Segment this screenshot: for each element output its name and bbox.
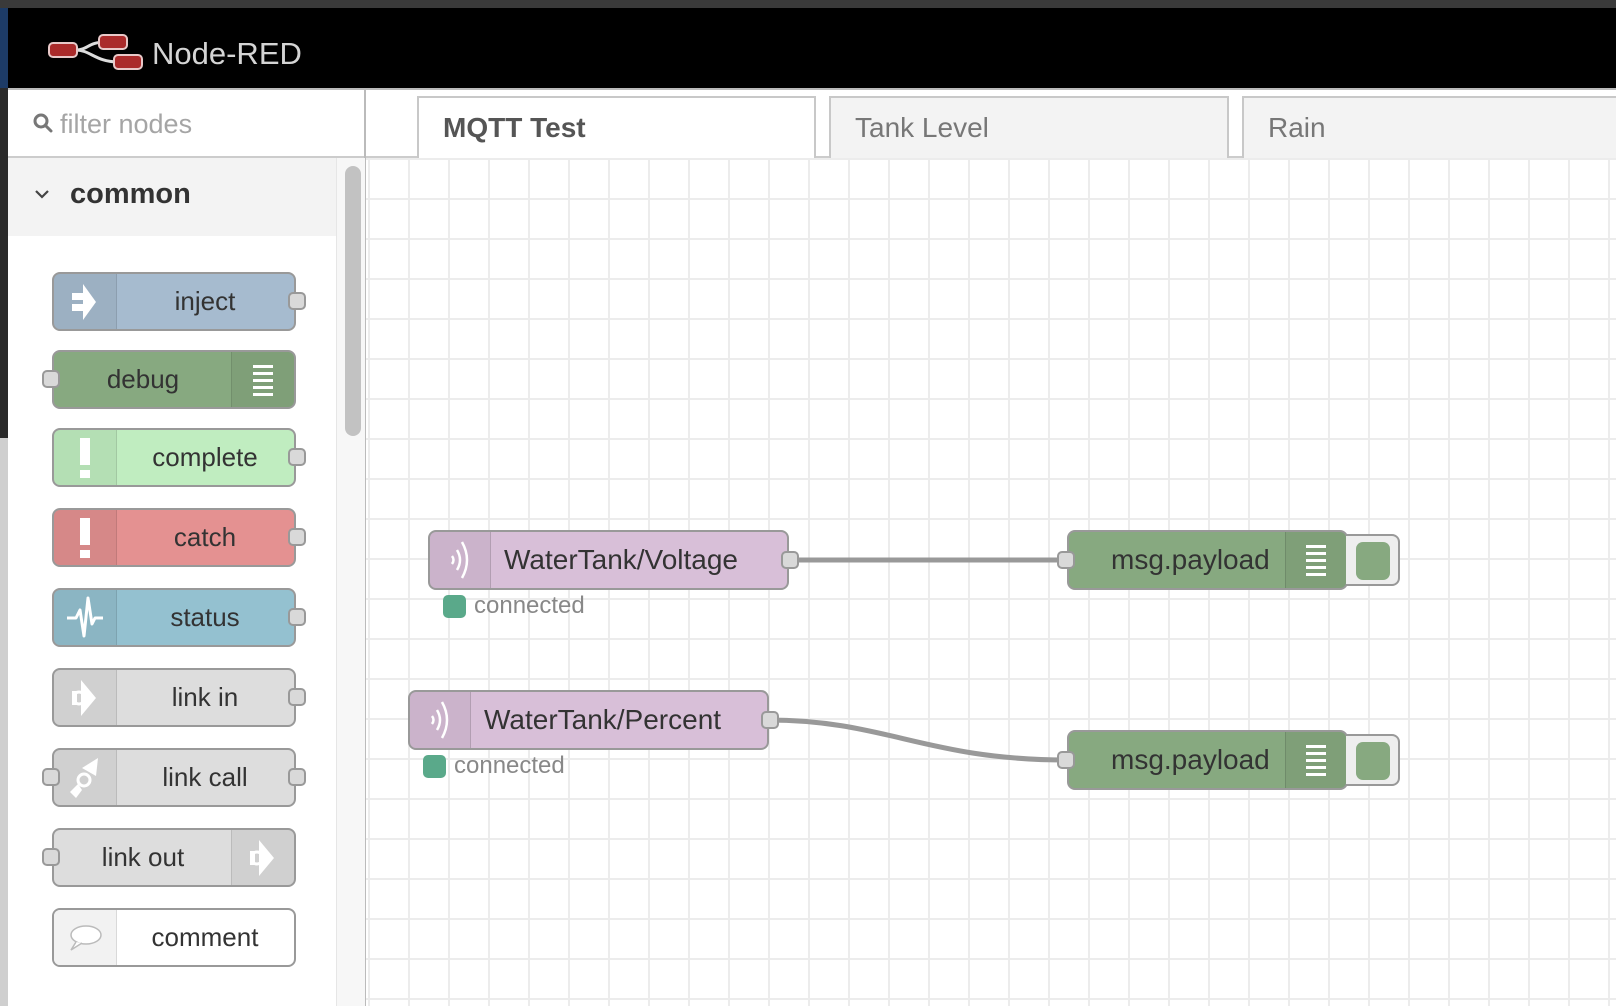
palette-node-label: catch <box>173 522 237 552</box>
node-label: msg.payload <box>1111 744 1270 775</box>
palette-scrollbar-thumb[interactable] <box>345 166 361 436</box>
debug-toggle-button[interactable] <box>1346 734 1400 786</box>
palette-node-complete[interactable]: complete <box>52 428 306 487</box>
status-indicator <box>443 595 466 618</box>
mqtt-wave-icon <box>430 701 449 739</box>
tab-label: Rain <box>1268 112 1326 143</box>
palette-node-label: status <box>170 602 240 632</box>
mqtt-in-node-voltage[interactable]: WaterTank/Voltage <box>428 530 799 590</box>
output-port[interactable] <box>288 448 306 466</box>
node-palette: common inject debug <box>8 88 366 1006</box>
debug-toggle-indicator <box>1356 742 1390 780</box>
palette-node-debug[interactable]: debug <box>42 350 296 409</box>
mqtt-wave-icon <box>450 541 469 579</box>
node-label: WaterTank/Percent <box>484 704 722 735</box>
tab-mqtt-test[interactable]: MQTT Test <box>417 96 816 160</box>
input-port[interactable] <box>1057 551 1075 569</box>
tab-rain[interactable]: Rain <box>1242 96 1616 158</box>
palette-node-status[interactable]: status <box>52 588 306 647</box>
pulse-icon <box>67 596 103 637</box>
status-text: connected <box>454 752 565 779</box>
filter-nodes-input[interactable] <box>58 104 352 144</box>
palette-node-comment[interactable]: comment <box>52 908 296 967</box>
status-text: connected <box>474 592 585 619</box>
app-title: Node-RED <box>152 36 302 71</box>
workspace-tabs: MQTT Test Tank Level Rain <box>366 88 1616 160</box>
app-header: Node-RED <box>8 8 1616 88</box>
palette-node-link-call[interactable]: link call <box>42 748 306 807</box>
palette-node-catch[interactable]: catch <box>52 508 306 567</box>
output-port[interactable] <box>288 528 306 546</box>
debug-node-2[interactable]: msg.payload <box>1057 730 1348 790</box>
tab-tank-level[interactable]: Tank Level <box>829 96 1229 158</box>
inject-arrow-icon <box>72 283 96 320</box>
tab-label: Tank Level <box>855 112 989 143</box>
palette-node-label: debug <box>106 364 180 394</box>
palette-category-common[interactable]: common <box>8 158 336 236</box>
status-indicator <box>423 755 446 778</box>
palette-node-label: link call <box>162 762 248 792</box>
debug-node-1[interactable]: msg.payload <box>1057 530 1348 590</box>
link-out-icon <box>250 839 274 876</box>
output-port[interactable] <box>761 711 779 729</box>
exclamation-icon <box>80 517 90 558</box>
debug-list-icon <box>1306 545 1326 576</box>
comment-bubble-icon <box>70 924 102 951</box>
window-top-strip <box>0 0 1616 8</box>
node-label: WaterTank/Voltage <box>504 544 738 575</box>
chevron-down-icon <box>35 190 49 199</box>
output-port[interactable] <box>288 608 306 626</box>
input-port[interactable] <box>42 848 60 866</box>
mqtt-in-node-percent[interactable]: WaterTank/Percent <box>408 690 779 750</box>
output-port[interactable] <box>288 688 306 706</box>
link-call-icon <box>70 757 98 798</box>
output-port[interactable] <box>781 551 799 569</box>
link-in-icon <box>72 679 96 716</box>
palette-scrollbar[interactable] <box>336 158 365 1006</box>
palette-node-label: link out <box>101 842 185 872</box>
input-port[interactable] <box>1057 751 1075 769</box>
debug-toggle-indicator <box>1356 542 1390 580</box>
debug-toggle-button[interactable] <box>1346 534 1400 586</box>
output-port[interactable] <box>288 768 306 786</box>
category-label: common <box>70 178 191 210</box>
input-port[interactable] <box>42 768 60 786</box>
output-port[interactable] <box>288 292 306 310</box>
input-port[interactable] <box>42 370 60 388</box>
palette-node-inject[interactable]: inject <box>52 272 306 331</box>
palette-node-label: comment <box>151 922 259 952</box>
node-red-logo-icon <box>48 34 143 70</box>
node-label: msg.payload <box>1111 544 1270 575</box>
palette-node-label: complete <box>152 442 258 472</box>
palette-node-link-in[interactable]: link in <box>52 668 306 727</box>
palette-node-label: inject <box>174 286 236 316</box>
wire-percent-to-debug[interactable] <box>767 717 1068 763</box>
debug-list-icon <box>253 364 273 396</box>
palette-node-label: link in <box>171 682 239 712</box>
debug-list-icon <box>1306 745 1326 776</box>
desktop-edge <box>0 8 8 1006</box>
search-icon <box>33 113 53 133</box>
tab-label: MQTT Test <box>443 112 586 143</box>
palette-node-link-out[interactable]: link out <box>42 828 296 887</box>
exclamation-icon <box>80 437 90 478</box>
palette-filter <box>8 88 364 158</box>
flow-canvas[interactable]: WaterTank/Voltage connected msg.payload <box>366 158 1616 1006</box>
